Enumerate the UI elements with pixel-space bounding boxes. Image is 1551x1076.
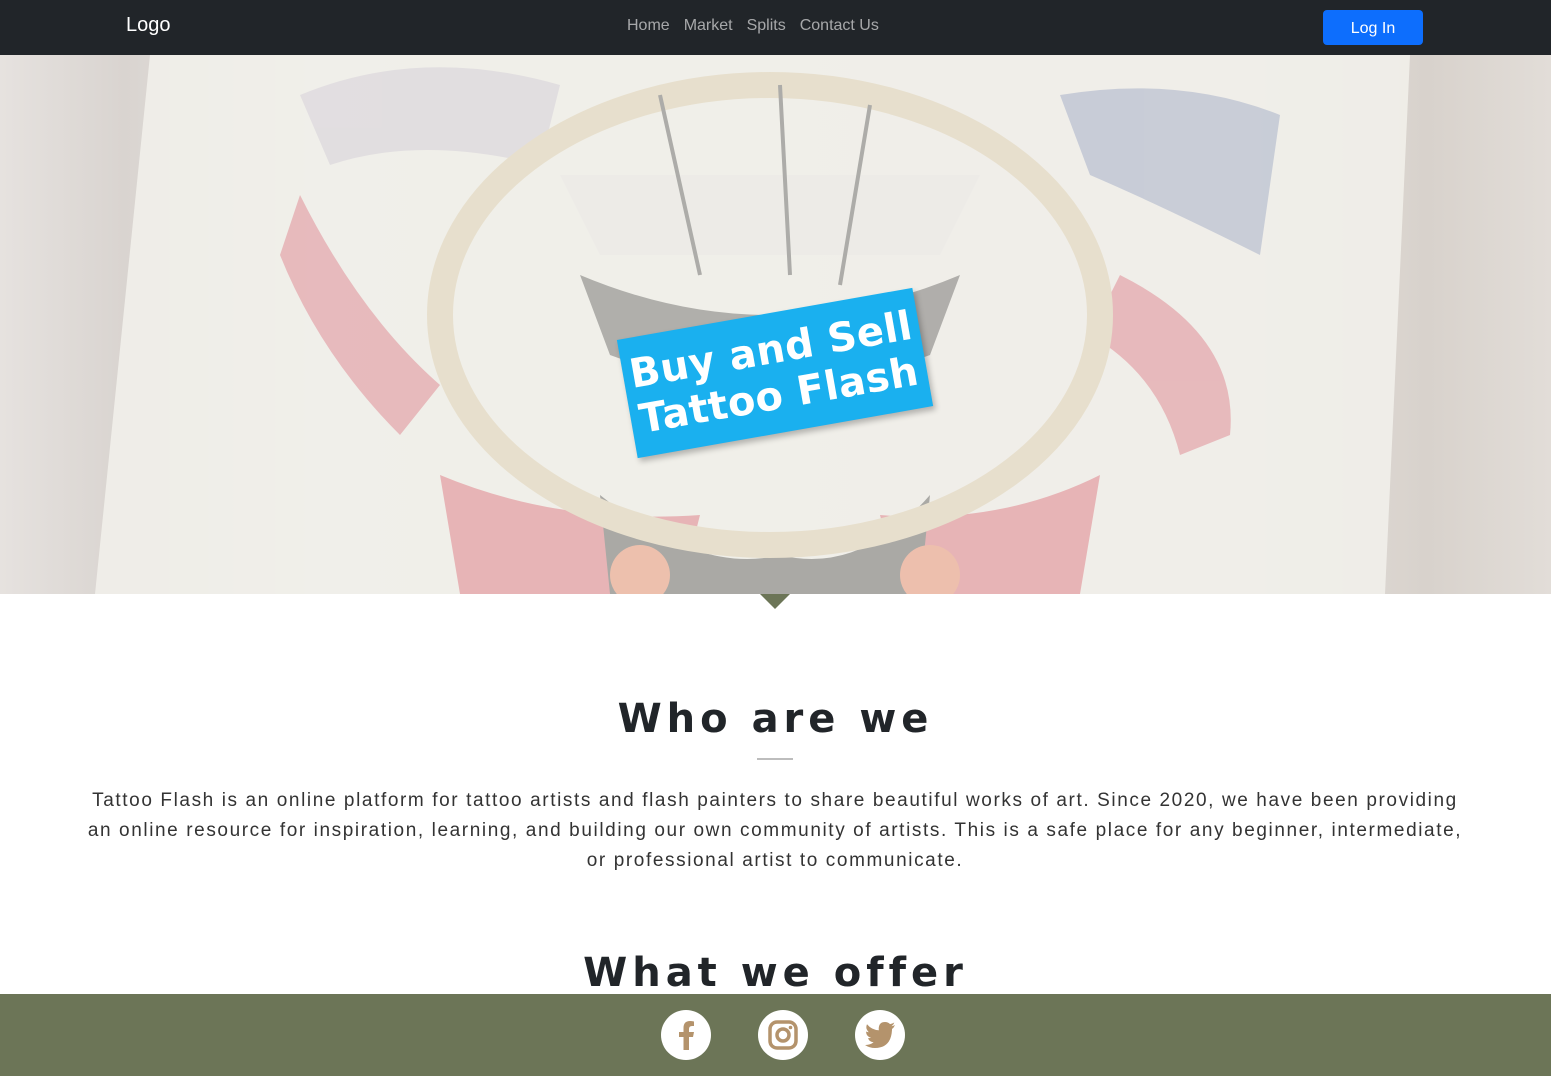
brand-logo[interactable]: Logo bbox=[126, 14, 171, 37]
about-text: Tattoo Flash is an online platform for t… bbox=[87, 790, 1463, 871]
facebook-link[interactable] bbox=[661, 1010, 711, 1060]
nav-contact-us[interactable]: Contact Us bbox=[793, 17, 886, 35]
hero: Buy and Sell Tattoo Flash bbox=[0, 55, 1551, 594]
page: Logo Home Market Splits Contact Us Log I… bbox=[0, 0, 1551, 1076]
instagram-icon bbox=[768, 1020, 798, 1050]
footer bbox=[0, 994, 1551, 1076]
title-divider bbox=[757, 758, 793, 760]
nav-home[interactable]: Home bbox=[620, 17, 677, 35]
who-are-we-title: Who are we bbox=[617, 696, 934, 742]
twitter-link[interactable] bbox=[855, 1010, 905, 1060]
facebook-icon bbox=[679, 1021, 694, 1050]
instagram-link[interactable] bbox=[758, 1010, 808, 1060]
caret-down-icon bbox=[760, 594, 790, 609]
login-button[interactable]: Log In bbox=[1323, 10, 1423, 45]
what-we-offer-title: What we offer bbox=[583, 950, 968, 996]
nav-splits[interactable]: Splits bbox=[740, 17, 793, 35]
nav-links: Home Market Splits Contact Us bbox=[620, 17, 886, 35]
twitter-icon bbox=[865, 1022, 895, 1048]
nav-market[interactable]: Market bbox=[677, 17, 740, 35]
navbar: Logo Home Market Splits Contact Us Log I… bbox=[0, 0, 1551, 55]
